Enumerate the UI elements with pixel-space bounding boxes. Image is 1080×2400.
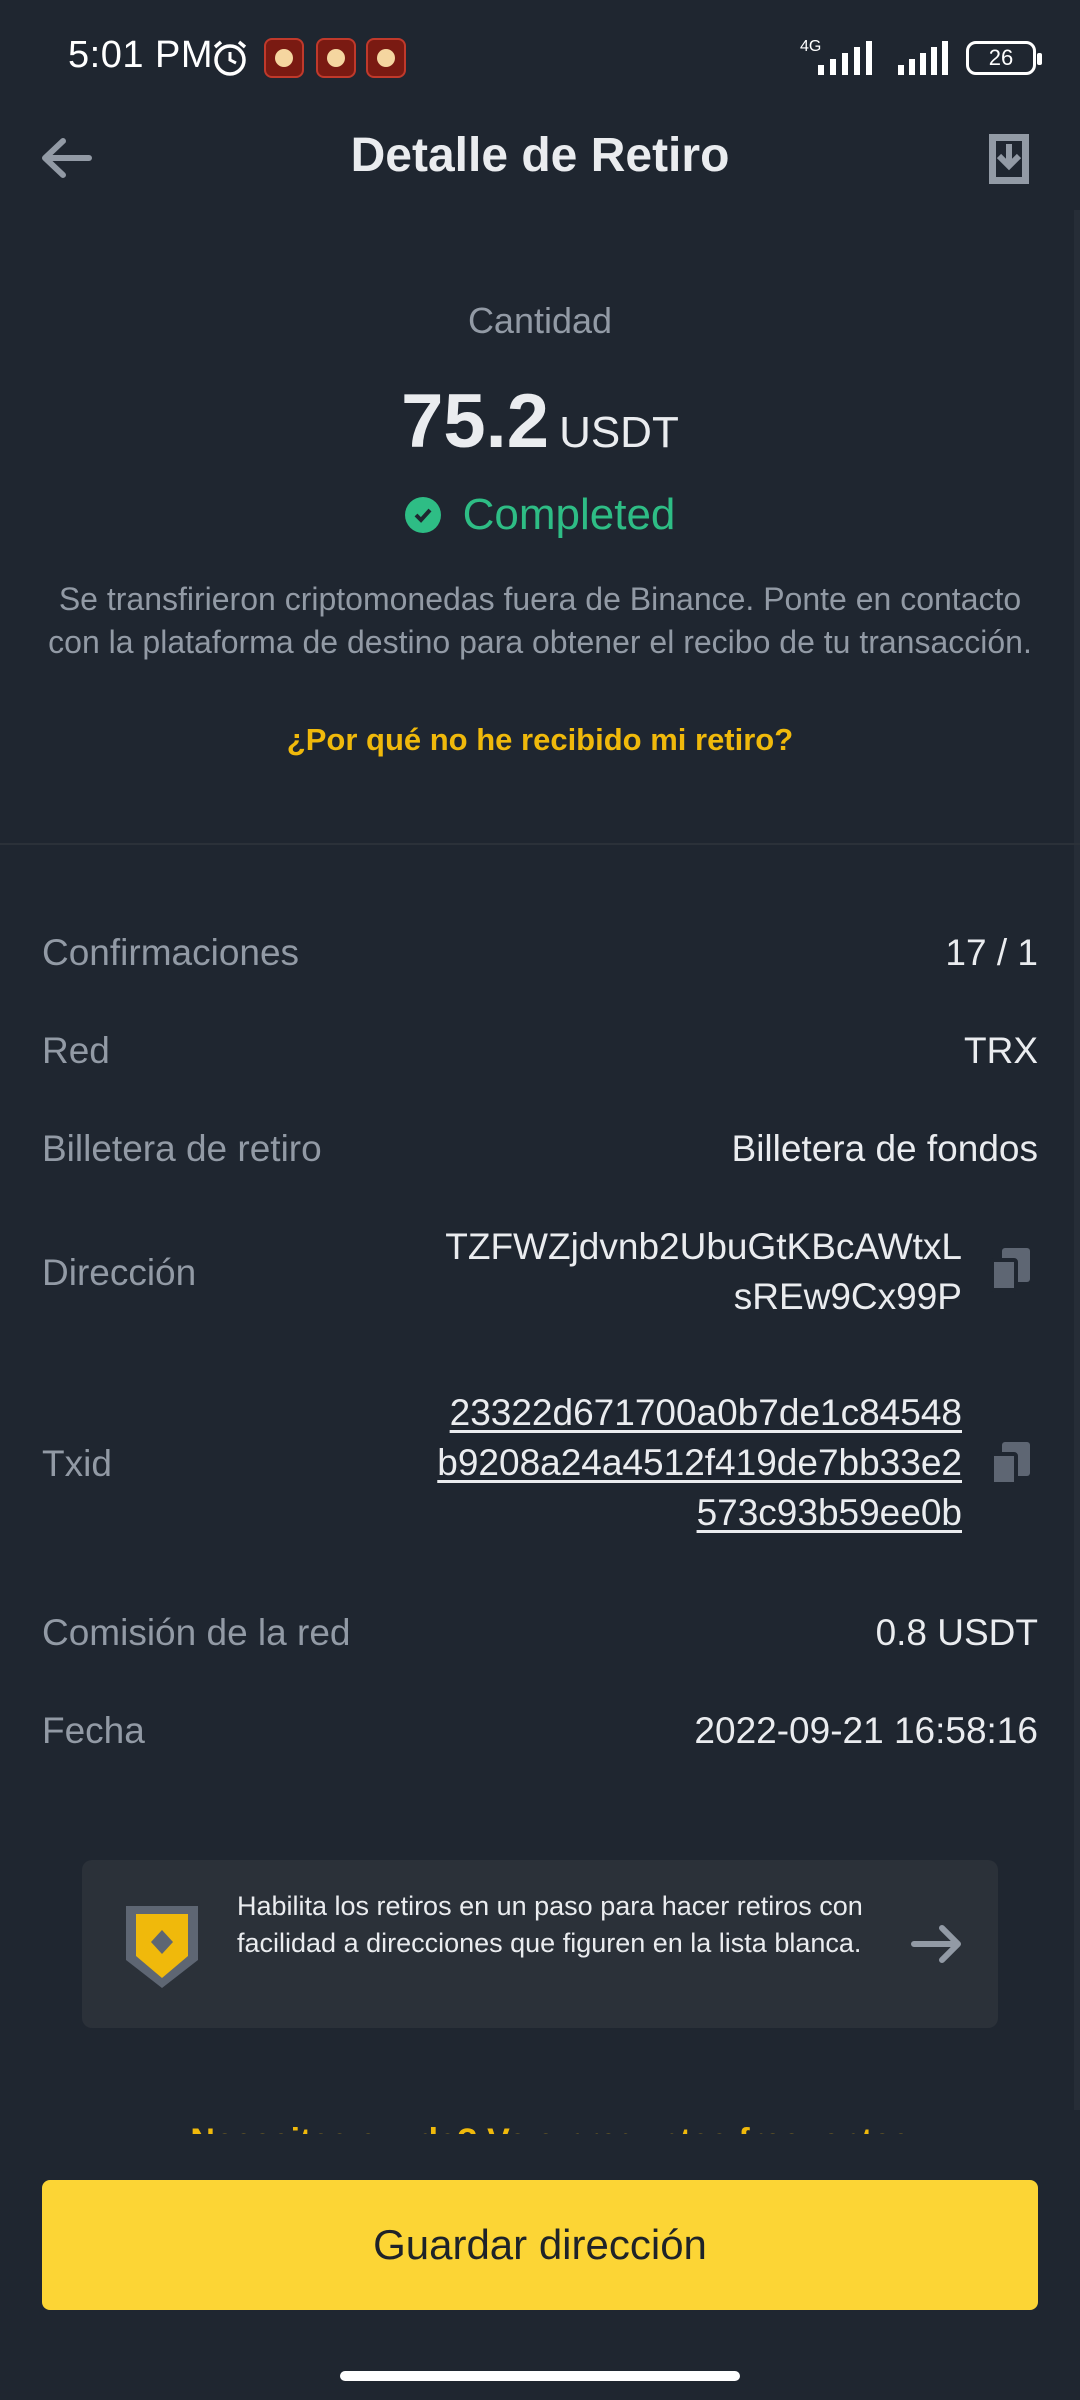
address-label: Dirección xyxy=(42,1252,197,1293)
copy-txid-button[interactable] xyxy=(990,1442,1030,1486)
battery-level: 26 xyxy=(988,45,1014,70)
amount-label: Cantidad xyxy=(467,300,613,341)
one-step-withdrawal-banner[interactable]: Habilita los retiros en un paso para hac… xyxy=(82,1860,998,2028)
txid-line: b9208a24a4512f419de7bb33e2 xyxy=(437,1442,962,1483)
section-divider xyxy=(0,843,1080,845)
alarm-icon xyxy=(213,40,247,76)
battery-indicator: 26 xyxy=(966,41,1042,75)
check-circle-icon xyxy=(404,497,441,533)
amount-display: 75.2 USDT xyxy=(0,378,1080,465)
fee-label: Comisión de la red xyxy=(42,1612,351,1653)
date-value: 2022-09-21 16:58:16 xyxy=(694,1710,1038,1751)
status-bar: 5:01 PM 4G 26 xyxy=(0,0,1080,110)
address-line: TZFWZjdvnb2UbuGtKBcAWtxL xyxy=(445,1226,962,1267)
save-address-button[interactable]: Guardar dirección xyxy=(42,2180,1038,2310)
confirmations-value: 17 / 1 xyxy=(945,932,1038,973)
txid-link[interactable]: 23322d671700a0b7de1c84548 b9208a24a4512f… xyxy=(437,1388,962,1538)
address-line: sREw9Cx99P xyxy=(733,1276,962,1317)
status-text: Completed xyxy=(462,490,676,539)
wallet-value: Billetera de fondos xyxy=(731,1128,1038,1169)
app-header: Detalle de Retiro xyxy=(0,110,1080,210)
txid-label: Txid xyxy=(42,1443,112,1484)
address-value: TZFWZjdvnb2UbuGtKBcAWtxL sREw9Cx99P xyxy=(445,1222,962,1322)
amount-value: 75.2 xyxy=(401,379,550,464)
download-receipt-icon xyxy=(989,134,1029,184)
wallet-label: Billetera de retiro xyxy=(42,1128,322,1169)
notification-app-icon xyxy=(316,38,356,78)
home-indicator[interactable] xyxy=(340,2371,740,2381)
banner-text: Habilita los retiros en un paso para hac… xyxy=(237,1891,863,1958)
amount-unit: USDT xyxy=(559,408,679,457)
info-text: Se transfirieron criptomonedas fuera de … xyxy=(48,581,1032,660)
arrow-right-icon xyxy=(911,1925,961,1963)
copy-address-button[interactable] xyxy=(990,1248,1030,1292)
fee-value: 0.8 USDT xyxy=(875,1612,1038,1653)
help-link[interactable]: ¿Por qué no he recibido mi retiro? xyxy=(0,722,1080,758)
date-label: Fecha xyxy=(42,1710,145,1751)
network-label: Red xyxy=(42,1030,110,1071)
shield-icon xyxy=(126,1906,198,1988)
faq-link-text: ¿Necesitas ayuda? Ve a preguntas frecuen… xyxy=(0,2122,1080,2134)
txid-line: 573c93b59ee0b xyxy=(696,1492,962,1533)
network-value: TRX xyxy=(964,1030,1038,1071)
confirmations-label: Confirmaciones xyxy=(42,932,300,973)
signal-icon xyxy=(818,41,872,75)
signal-icon xyxy=(898,41,948,75)
transaction-status: Completed xyxy=(0,490,1080,540)
txid-line: 23322d671700a0b7de1c84548 xyxy=(449,1392,962,1433)
page-title: Detalle de Retiro xyxy=(350,129,730,182)
notification-app-icon xyxy=(366,38,406,78)
faq-link[interactable]: ¿Necesitas ayuda? Ve a preguntas frecuen… xyxy=(0,2100,1080,2134)
notification-app-icon xyxy=(264,38,304,78)
status-time: 5:01 PM xyxy=(68,34,214,76)
download-receipt-button[interactable] xyxy=(974,124,1044,194)
